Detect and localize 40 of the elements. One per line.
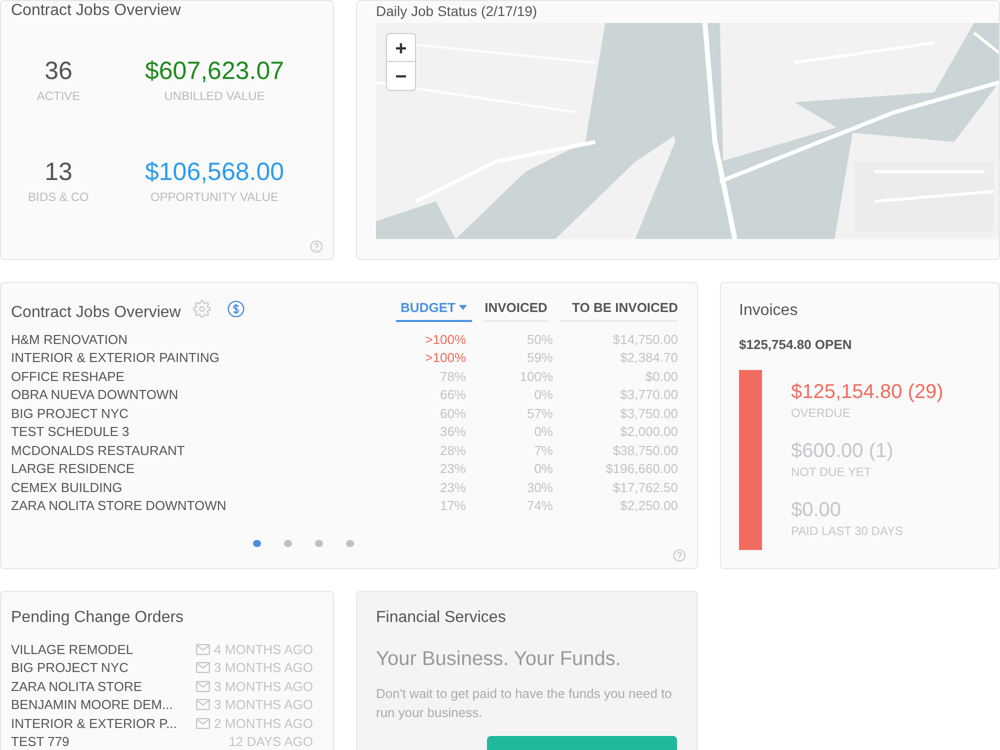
job-name[interactable]: H&M RENOVATION [11, 330, 386, 349]
order-name[interactable]: ZARA NOLITA STORE [11, 676, 196, 696]
job-name[interactable]: ZARA NOLITA STORE DOWNTOWN [11, 496, 386, 516]
card-title: Pending Change Orders [11, 608, 185, 628]
job-name[interactable]: BIG PROJECT NYC [11, 404, 386, 423]
job-name[interactable]: INTERIOR & EXTERIOR PAINTING [11, 348, 386, 368]
stat-label: BIDS & CO [28, 189, 89, 206]
stat-label: ACTIVE [36, 88, 80, 105]
invoice-amount: $125,154.80 (29) [791, 380, 944, 404]
card-title: Daily Job Status (2/17/19) [376, 2, 538, 21]
order-name[interactable]: INTERIOR & EXTERIOR P... [11, 714, 196, 733]
description: Don't wait to get paid to have the funds you need to run your business. [376, 685, 673, 722]
card-title: Financial Services [376, 608, 507, 628]
stat-count: 13 [44, 157, 72, 188]
order-name[interactable]: VILLAGE REMODEL [11, 640, 196, 659]
order-name[interactable]: BENJAMIN MOORE DEM... [11, 695, 196, 714]
headline: Your Business. Your Funds. [376, 647, 622, 672]
job-name[interactable]: TEST SCHEDULE 3 [11, 422, 386, 442]
stat-label: OPPORTUNITY VALUE [150, 189, 279, 206]
open-total: $125,754.80 OPEN [739, 336, 853, 354]
stat-label: UNBILLED VALUE [164, 88, 265, 105]
budget-cell-text: >100% [424, 349, 466, 367]
order-name[interactable]: TEST 779 [11, 732, 229, 750]
zoom-out-button[interactable]: − [387, 62, 415, 90]
zoom-in-button[interactable]: + [387, 34, 415, 62]
column-tab[interactable]: INVOICED [483, 295, 549, 322]
stat-count: 36 [44, 56, 72, 87]
card-title: Contract Jobs Overview [11, 1, 182, 21]
job-name[interactable]: LARGE RESIDENCE [11, 459, 386, 478]
order-name[interactable]: BIG PROJECT NYC [11, 658, 196, 678]
job-name[interactable]: OBRA NUEVA DOWNTOWN [11, 385, 386, 404]
job-name[interactable]: MCDONALDS RESTAURANT [11, 440, 386, 460]
job-name[interactable]: OFFICE RESHAPE [11, 366, 386, 386]
budget-cell-text: >100% [424, 330, 466, 348]
job-name[interactable]: CEMEX BUILDING [11, 478, 386, 497]
column-tab[interactable]: TO BE INVOICED [560, 295, 678, 322]
stat-amount: $607,623.07 [144, 56, 284, 87]
card-title: Invoices [739, 301, 799, 321]
card-title: Contract Jobs Overview [11, 303, 181, 323]
stat-amount: $106,568.00 [144, 157, 284, 188]
